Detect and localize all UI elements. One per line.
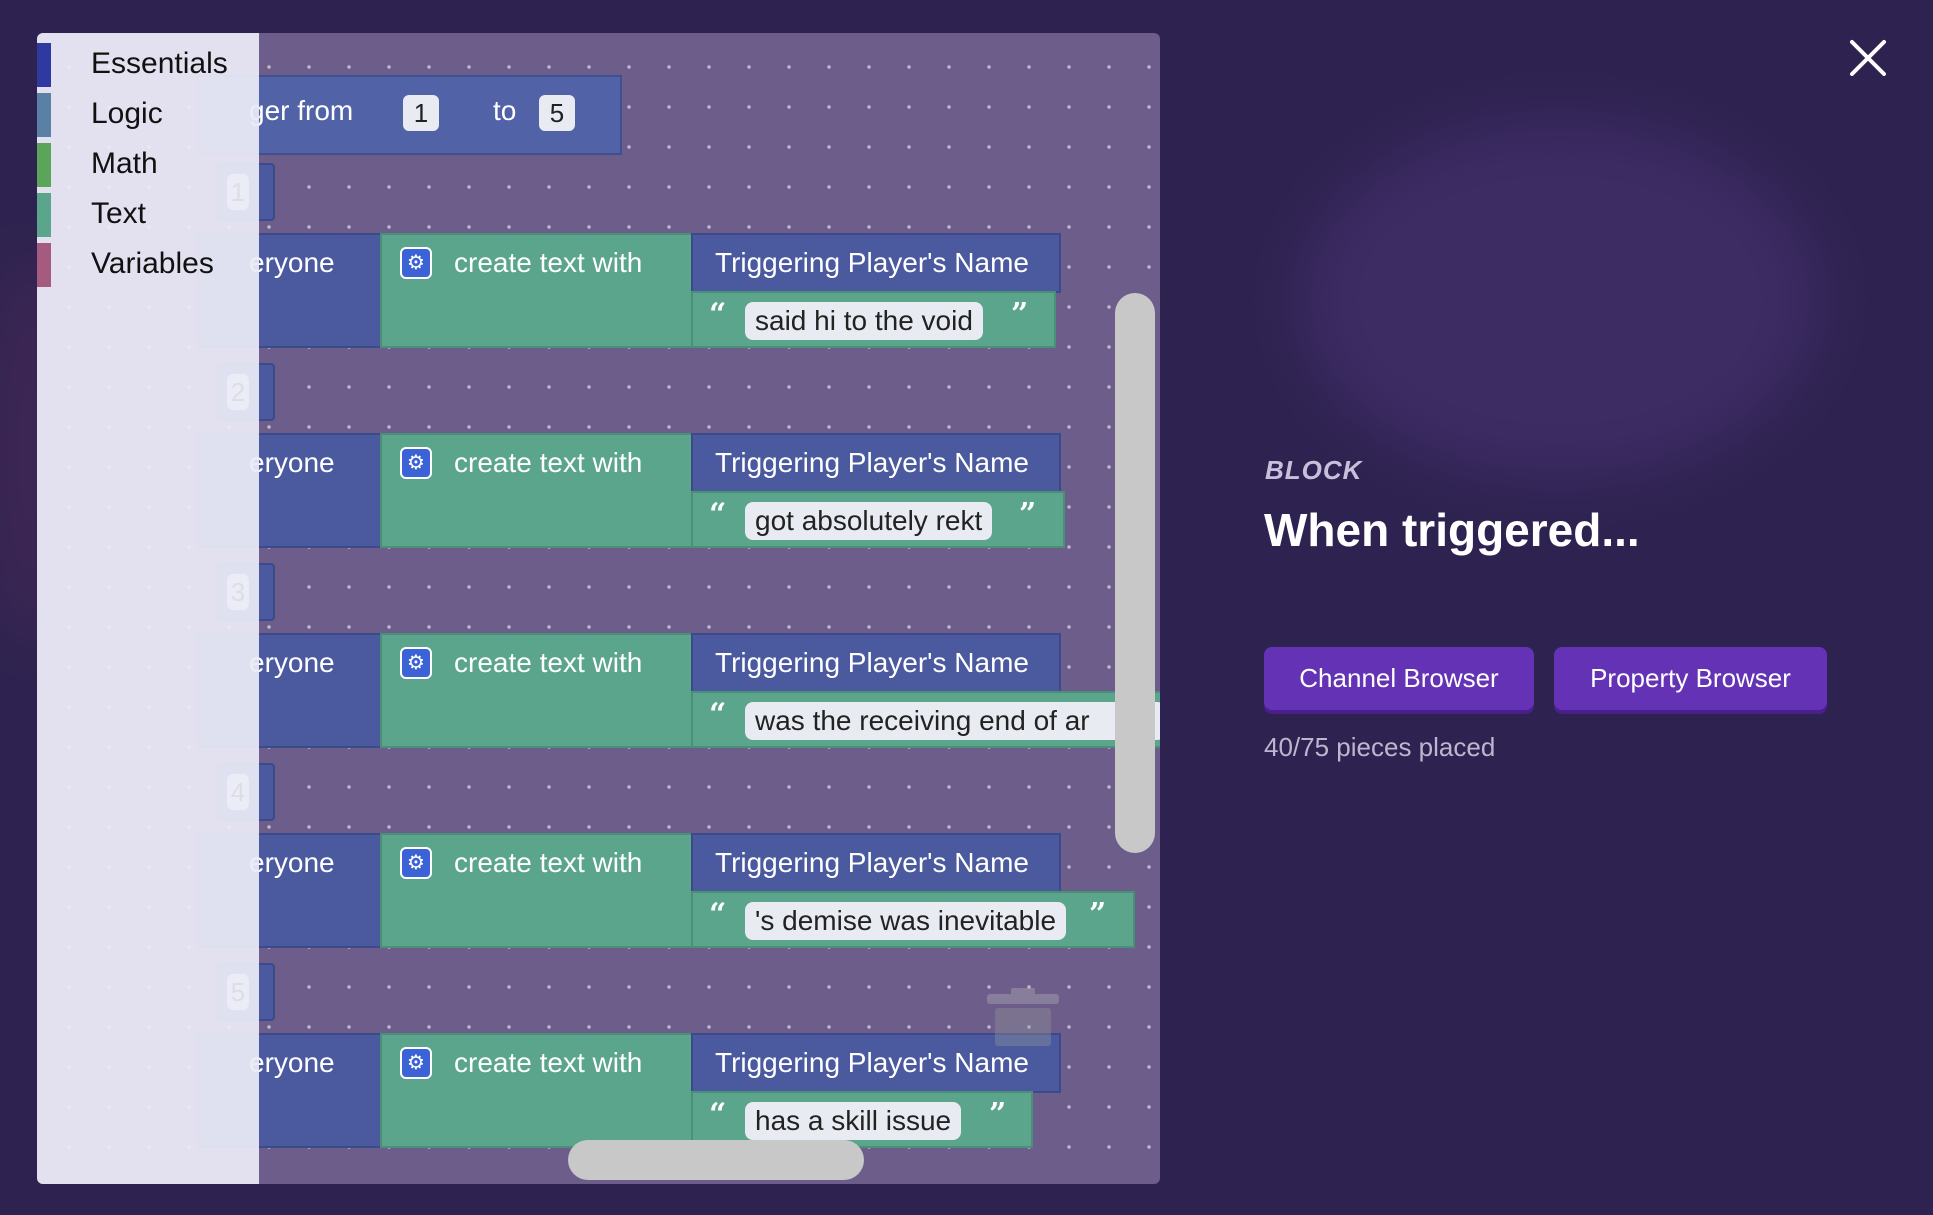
action-label: eryone — [249, 447, 335, 478]
pieces-placed-counter: 40/75 pieces placed — [1264, 732, 1496, 762]
create-text-label: create text with — [454, 1047, 643, 1078]
toolbox-category-logic[interactable]: Logic — [37, 93, 259, 137]
message-text[interactable]: has a skill issue — [745, 1102, 962, 1140]
create-text-block[interactable]: ⚙ create text with — [380, 633, 700, 748]
category-label: Math — [91, 147, 158, 180]
close-quote-icon: ” — [1019, 497, 1037, 532]
toolbox-category-variables[interactable]: Variables — [37, 243, 259, 287]
create-text-label: create text with — [454, 247, 643, 278]
open-quote-icon: “ — [709, 697, 727, 732]
gear-icon[interactable]: ⚙ — [400, 647, 432, 679]
toolbox: Essentials Logic Math Text Variables — [37, 33, 259, 1184]
create-text-block[interactable]: ⚙ create text with — [380, 1033, 700, 1148]
player-name-label: Triggering Player's Name — [715, 247, 1029, 278]
create-text-label: create text with — [454, 447, 643, 478]
category-color-bar — [37, 143, 51, 187]
create-text-label: create text with — [454, 647, 643, 678]
text-string-block[interactable]: “ said hi to the void ” — [691, 291, 1056, 348]
toolbox-category-text[interactable]: Text — [37, 193, 259, 237]
open-quote-icon: “ — [709, 1097, 727, 1132]
category-label: Logic — [91, 97, 163, 130]
category-color-bar — [37, 43, 51, 87]
toolbox-category-essentials[interactable]: Essentials — [37, 43, 259, 87]
category-color-bar — [37, 243, 51, 287]
player-name-label: Triggering Player's Name — [715, 647, 1029, 678]
message-text[interactable]: was the receiving end of ar — [745, 702, 1160, 740]
action-label: eryone — [249, 847, 335, 878]
create-text-label: create text with — [454, 847, 643, 878]
create-text-block[interactable]: ⚙ create text with — [380, 233, 700, 348]
gear-icon[interactable]: ⚙ — [400, 247, 432, 279]
message-text[interactable]: 's demise was inevitable — [745, 902, 1067, 940]
player-name-label: Triggering Player's Name — [715, 1047, 1029, 1078]
block-editor[interactable]: ger from 1 to 5 1 eryone ⚙ create text w… — [37, 33, 1160, 1184]
open-quote-icon: “ — [709, 297, 727, 332]
repeat-loop-block[interactable]: ger from 1 to 5 — [197, 75, 622, 155]
action-label: eryone — [249, 647, 335, 678]
gear-icon[interactable]: ⚙ — [400, 447, 432, 479]
block-title: When triggered... — [1264, 504, 1640, 556]
category-label: Text — [91, 197, 147, 230]
channel-browser-button[interactable]: Channel Browser — [1264, 647, 1534, 710]
gear-icon[interactable]: ⚙ — [400, 847, 432, 879]
loop-to-value[interactable]: 5 — [539, 95, 575, 131]
horizontal-scrollbar[interactable] — [568, 1140, 864, 1180]
loop-to-label: to — [493, 95, 517, 126]
loop-from-value[interactable]: 1 — [403, 95, 439, 131]
vertical-scrollbar[interactable] — [1115, 293, 1155, 853]
text-string-block[interactable]: “ was the receiving end of ar — [691, 691, 1160, 748]
trash-icon[interactable] — [983, 986, 1063, 1046]
toolbox-category-math[interactable]: Math — [37, 143, 259, 187]
message-text[interactable]: got absolutely rekt — [745, 502, 993, 540]
block-type-label: BLOCK — [1265, 455, 1363, 485]
text-string-block[interactable]: “ 's demise was inevitable ” — [691, 891, 1135, 948]
player-name-block[interactable]: Triggering Player's Name — [691, 633, 1061, 693]
close-quote-icon: ” — [1089, 897, 1107, 932]
loop-label: ger from — [249, 95, 354, 126]
property-browser-button[interactable]: Property Browser — [1554, 647, 1827, 710]
category-label: Variables — [91, 247, 214, 280]
gear-icon[interactable]: ⚙ — [400, 1047, 432, 1079]
player-name-block[interactable]: Triggering Player's Name — [691, 233, 1061, 293]
open-quote-icon: “ — [709, 497, 727, 532]
message-text[interactable]: said hi to the void — [745, 302, 983, 340]
player-name-block[interactable]: Triggering Player's Name — [691, 433, 1061, 493]
create-text-block[interactable]: ⚙ create text with — [380, 833, 700, 948]
player-name-block[interactable]: Triggering Player's Name — [691, 833, 1061, 893]
player-name-label: Triggering Player's Name — [715, 847, 1029, 878]
action-label: eryone — [249, 1047, 335, 1078]
action-label: eryone — [249, 247, 335, 278]
open-quote-icon: “ — [709, 897, 727, 932]
close-quote-icon: ” — [1011, 297, 1029, 332]
close-icon[interactable] — [1846, 36, 1890, 80]
category-label: Essentials — [91, 47, 228, 80]
text-string-block[interactable]: “ got absolutely rekt ” — [691, 491, 1065, 548]
category-color-bar — [37, 193, 51, 237]
close-quote-icon: ” — [989, 1097, 1007, 1132]
create-text-block[interactable]: ⚙ create text with — [380, 433, 700, 548]
background-decoration — [1300, 120, 1820, 480]
player-name-label: Triggering Player's Name — [715, 447, 1029, 478]
category-color-bar — [37, 93, 51, 137]
